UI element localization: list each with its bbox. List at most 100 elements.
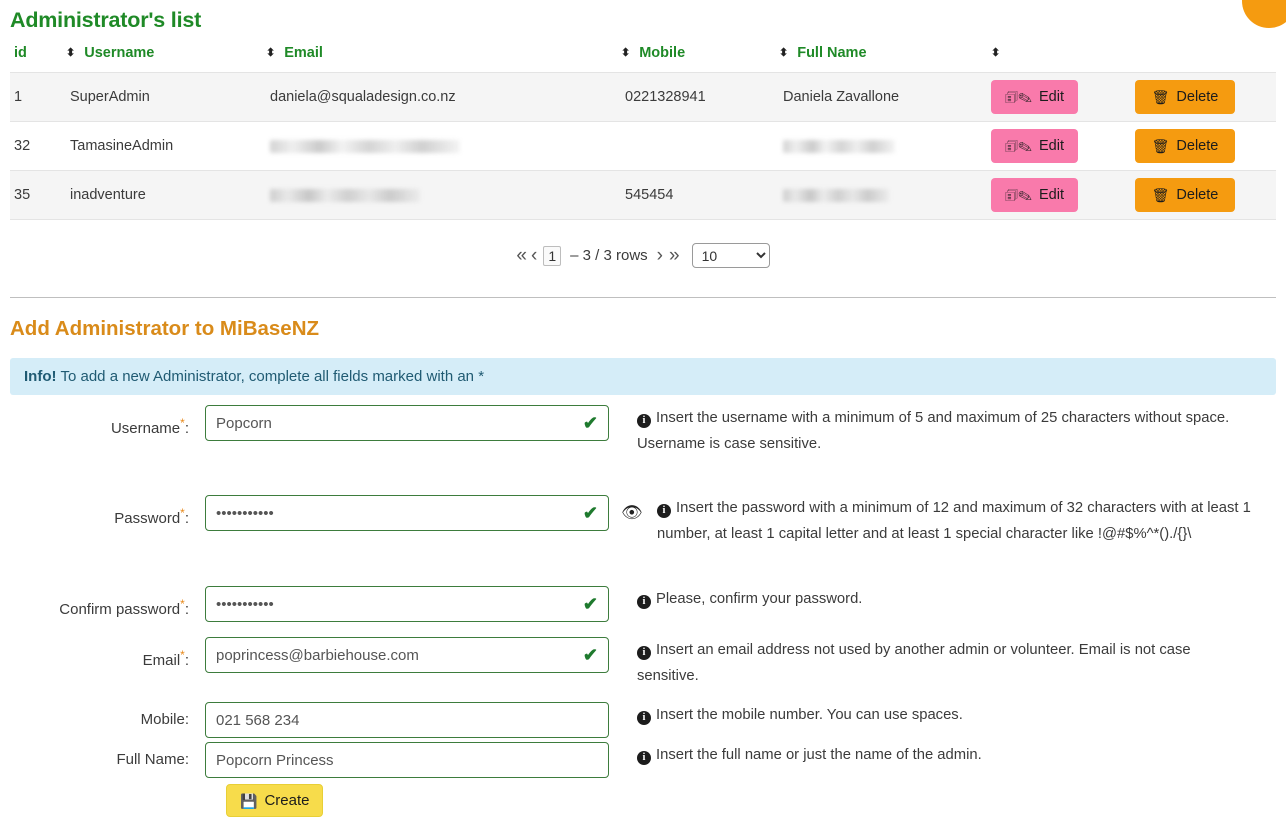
- column-header-actions: ⬍: [991, 45, 1135, 73]
- username-label: Username*:: [110, 416, 189, 437]
- fullname-input[interactable]: [205, 742, 609, 778]
- cell-mobile-text: 545454: [625, 187, 674, 203]
- cell-email-redacted: [266, 121, 621, 171]
- column-label-email: Email: [284, 45, 323, 61]
- edit-button[interactable]: 🗊✎ Edit: [991, 80, 1079, 114]
- column-label-fullname: Full Name: [797, 45, 867, 61]
- username-input[interactable]: [205, 405, 609, 441]
- delete-button[interactable]: 🗑 Delete: [1135, 80, 1235, 114]
- fullname-help-text: Insert the full name or just the name of…: [656, 747, 982, 763]
- cell-edit: 🗊✎ Edit: [991, 170, 1135, 220]
- column-header-actions-2: [1135, 45, 1276, 73]
- form-row-confirm-password: Confirm password*: ✔ i Please, confirm yo…: [0, 586, 1286, 628]
- delete-button-label: Delete: [1176, 187, 1219, 203]
- info-icon: i: [637, 414, 651, 428]
- column-header-fullname[interactable]: ⬍ Full Name: [779, 45, 991, 73]
- trash-icon: 🗑: [1151, 89, 1170, 105]
- corner-decoration: [1242, 0, 1286, 28]
- cell-id: 1: [10, 72, 66, 122]
- page-size-select[interactable]: 10: [691, 243, 770, 268]
- create-button[interactable]: 💾 Create: [226, 784, 324, 817]
- column-header-mobile[interactable]: ⬍ Mobile: [621, 45, 779, 73]
- delete-button[interactable]: 🗑 Delete: [1135, 129, 1235, 163]
- confirm-password-label-text: Confirm password: [59, 601, 181, 618]
- section-divider: [10, 297, 1276, 298]
- cell-edit: 🗊✎ Edit: [991, 72, 1135, 122]
- edit-button[interactable]: 🗊✎ Edit: [991, 129, 1079, 163]
- fullname-label: Full Name:: [116, 751, 189, 768]
- column-header-id[interactable]: id: [10, 45, 66, 73]
- mobile-help: i Insert the mobile number. You can use s…: [637, 702, 1237, 728]
- sort-icon-mobile[interactable]: ⬍: [779, 46, 788, 59]
- sort-icon-email[interactable]: ⬍: [621, 46, 630, 59]
- edit-button-label: Edit: [1039, 89, 1065, 105]
- required-asterisk: *: [180, 506, 185, 520]
- edit-button[interactable]: 🗊✎ Edit: [991, 178, 1079, 212]
- cell-mobile-text: 0221328941: [625, 89, 706, 105]
- table-row: 35 inadventure 545454 🗊✎ Edit 🗑 Delete: [10, 170, 1276, 220]
- administrators-table: id ⬍ Username ⬍ Email ⬍ Mobile ⬍ Full Name ⬍: [10, 45, 1276, 220]
- valid-check-icon: ✔: [582, 503, 598, 523]
- cell-username: inadventure: [66, 170, 266, 220]
- eye-icon[interactable]: 👁: [621, 503, 643, 523]
- redacted-email: [266, 138, 621, 154]
- confirm-password-input[interactable]: [205, 586, 609, 622]
- confirm-password-label: Confirm password*:: [59, 597, 189, 618]
- redaction-bar: [270, 188, 420, 202]
- table-header: id ⬍ Username ⬍ Email ⬍ Mobile ⬍ Full Name ⬍: [10, 45, 1276, 73]
- form-row-mobile: Mobile: i Insert the mobile number. You c…: [0, 702, 1286, 738]
- mobile-input[interactable]: [205, 702, 609, 738]
- table-header-row: id ⬍ Username ⬍ Email ⬍ Mobile ⬍ Full Name ⬍: [10, 45, 1276, 73]
- column-label-id: id: [14, 45, 27, 61]
- page-title: Administrator's list: [10, 8, 202, 32]
- email-input-wrap: ✔: [205, 637, 609, 673]
- cell-mobile: 545454: [621, 170, 779, 220]
- delete-button[interactable]: 🗑 Delete: [1135, 178, 1235, 212]
- email-input[interactable]: [205, 637, 609, 673]
- cell-mobile: [621, 121, 779, 171]
- redaction-bar: [783, 139, 895, 153]
- username-help: i Insert the username with a minimum of 5…: [637, 405, 1237, 457]
- table-row: 1 SuperAdmin daniela@squaladesign.co.nz …: [10, 72, 1276, 122]
- cell-email-text: daniela@squaladesign.co.nz: [270, 89, 456, 105]
- valid-check-icon: ✔: [582, 413, 598, 433]
- column-header-email[interactable]: ⬍ Email: [266, 45, 621, 73]
- cell-email: daniela@squaladesign.co.nz: [266, 72, 621, 122]
- password-input[interactable]: [205, 495, 609, 531]
- column-header-username[interactable]: ⬍ Username: [66, 45, 266, 73]
- current-page-input[interactable]: 1: [543, 245, 562, 266]
- fullname-label-text: Full Name: [116, 751, 185, 768]
- required-asterisk: *: [180, 648, 185, 662]
- info-alert: Info! To add a new Administrator, comple…: [10, 358, 1276, 395]
- edit-button-label: Edit: [1039, 187, 1065, 203]
- next-page-icon[interactable]: ›: [657, 246, 663, 265]
- admin-page: Administrator's list id ⬍ Username ⬍ Email…: [0, 0, 1286, 833]
- delete-button-label: Delete: [1176, 89, 1219, 105]
- sort-icon-fullname[interactable]: ⬍: [991, 46, 1000, 59]
- save-icon: 💾: [240, 792, 258, 809]
- required-asterisk: *: [180, 416, 185, 430]
- trash-icon: 🗑: [1151, 187, 1170, 203]
- form-row-fullname: Full Name: i Insert the full name or just…: [0, 742, 1286, 778]
- edit-button-label: Edit: [1039, 138, 1065, 154]
- rows-count-label: – 3 / 3 rows: [570, 247, 648, 264]
- first-page-icon[interactable]: «: [516, 246, 526, 265]
- cell-id: 35: [10, 170, 66, 220]
- redacted-fullname: [779, 187, 991, 203]
- prev-page-icon[interactable]: ‹: [531, 246, 537, 265]
- last-page-icon[interactable]: »: [669, 246, 679, 265]
- sort-icon-username[interactable]: ⬍: [266, 46, 275, 59]
- email-help: i Insert an email address not used by ano…: [637, 637, 1237, 689]
- form-row-username: Username*: ✔ iInsert the username with a…: [0, 405, 1286, 457]
- pencil-square-icon: 🗊✎: [1005, 89, 1033, 105]
- create-button-label: Create: [264, 792, 310, 809]
- info-icon: i: [637, 711, 651, 725]
- sort-icon-id[interactable]: ⬍: [66, 46, 75, 59]
- mobile-help-text: Insert the mobile number. You can use sp…: [656, 707, 963, 723]
- cell-fullname-text: Daniela Zavallone: [783, 89, 900, 105]
- redaction-bar: [783, 188, 889, 202]
- username-input-wrap: ✔: [205, 405, 609, 441]
- info-icon: i: [637, 751, 651, 765]
- required-asterisk: *: [180, 597, 185, 611]
- info-icon: i: [637, 595, 651, 609]
